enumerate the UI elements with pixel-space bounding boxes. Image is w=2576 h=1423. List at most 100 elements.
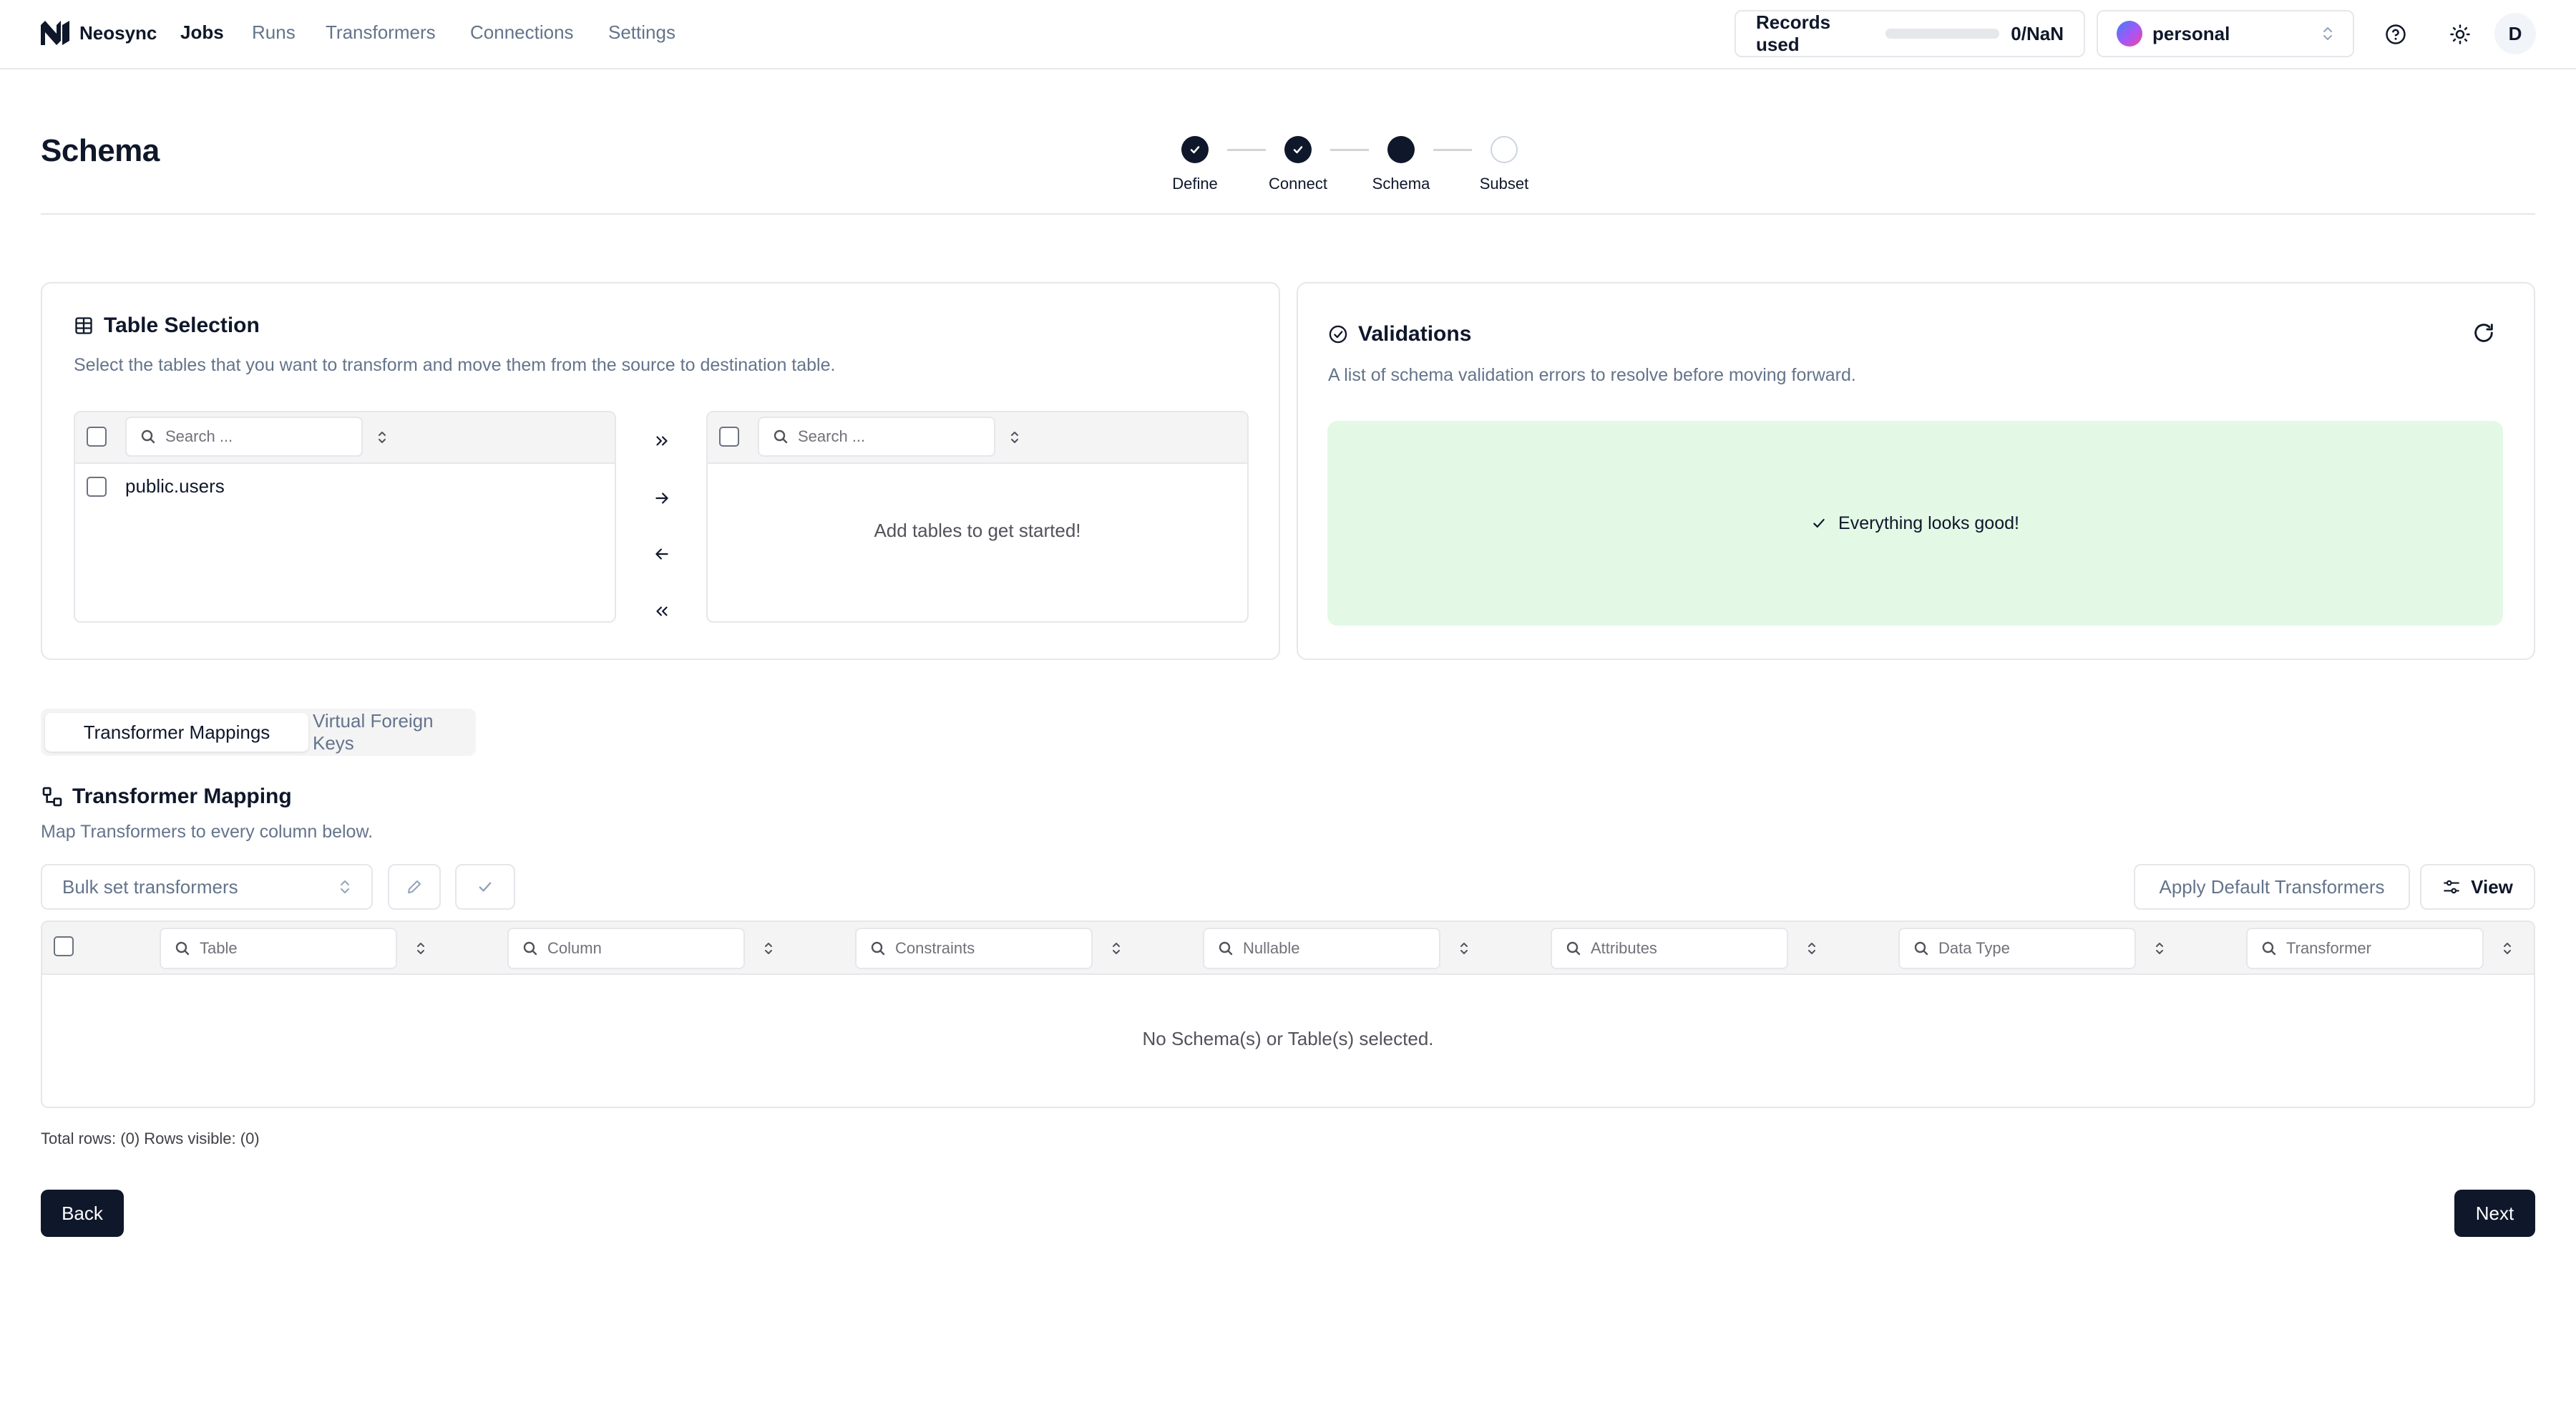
check-icon [1190,146,1200,154]
records-used-label: Records used [1756,11,1831,55]
chevron-up-down-icon [1113,943,1120,954]
destination-sort-button[interactable] [1008,428,1021,447]
step-connect-indicator [1284,136,1312,163]
table-selection-card: Table Selection Select the tables that y… [41,282,1280,660]
step-label-schema: Schema [1372,175,1430,193]
mapping-select-all-checkbox[interactable] [54,936,74,956]
chevron-up-down-icon [341,880,349,893]
sort-attributes-button[interactable] [1805,939,1818,958]
records-progress-bar [1885,29,2000,39]
filter-nullable-input[interactable]: Nullable [1203,928,1440,969]
check-icon [1293,146,1303,154]
sliders-icon [2444,880,2459,894]
destination-search-input[interactable]: Search ... [758,417,995,457]
filter-nullable-placeholder: Nullable [1243,939,1300,957]
filter-attributes-placeholder: Attributes [1591,939,1657,957]
search-icon [1566,941,1581,956]
filter-data-type-input[interactable]: Data Type [1898,928,2136,969]
list-item[interactable]: public.users [87,475,225,497]
nav-link-transformers[interactable]: Transformers [326,21,436,44]
tab-transformer-mappings[interactable]: Transformer Mappings [45,713,308,752]
account-switcher[interactable]: personal [2097,10,2354,57]
table-row-checkbox[interactable] [87,476,107,497]
apply-default-transformers-label: Apply Default Transformers [2159,875,2385,898]
theme-toggle-button[interactable] [2441,16,2479,53]
validations-description: A list of schema validation errors to re… [1328,365,1856,385]
filter-transformer-input[interactable]: Transformer [2246,928,2484,969]
transformer-mapping-title: Transformer Mapping [72,785,292,808]
next-button[interactable]: Next [2454,1190,2535,1237]
validations-title: Validations [1358,322,1472,346]
header-divider [41,213,2535,215]
step-subset-indicator [1491,136,1518,163]
filter-transformer-placeholder: Transformer [2286,939,2371,957]
destination-tables-list: Search ... Add tables to get started! [706,411,1249,623]
source-select-all-checkbox[interactable] [87,427,107,447]
filter-constraints-input[interactable]: Constraints [855,928,1093,969]
step-schema-indicator [1387,136,1415,163]
apply-bulk-button[interactable] [455,864,515,910]
move-all-left-button[interactable] [643,593,680,630]
filter-table-input[interactable]: Table [160,928,397,969]
sort-constraints-button[interactable] [1110,939,1123,958]
nav-link-connections[interactable]: Connections [470,21,574,44]
sort-transformer-button[interactable] [2501,939,2514,958]
step-connector [1330,149,1369,151]
sort-nullable-button[interactable] [1458,939,1470,958]
chevrons-right-icon [656,436,668,446]
destination-empty-text: Add tables to get started! [874,520,1081,541]
mapping-tabs: Transformer Mappings Virtual Foreign Key… [41,709,476,756]
destination-list-header: Search ... [708,412,1247,464]
source-search-input[interactable]: Search ... [125,417,363,457]
view-options-button[interactable]: View [2420,864,2535,910]
table-grid-icon [75,317,92,334]
source-list-header: Search ... [75,412,615,464]
validations-header: Validations [1328,322,1471,346]
step-label-connect: Connect [1269,175,1327,193]
back-button[interactable]: Back [41,1190,124,1237]
records-used-value: 0/NaN [2011,22,2064,44]
top-navigation: Neosync Jobs Runs Transformers Connectio… [0,0,2576,69]
mapping-table-header: Table Column Constraints Nullable Attrib… [42,922,2534,975]
search-icon [1914,941,1928,956]
check-icon [479,882,492,892]
edit-transformer-button[interactable] [388,864,441,910]
tab-virtual-foreign-keys[interactable]: Virtual Foreign Keys [313,710,472,754]
move-left-button[interactable] [643,535,680,573]
nav-link-runs[interactable]: Runs [252,21,296,44]
brand-logo-link[interactable]: Neosync [41,19,157,47]
mapping-row-count: Total rows: (0) Rows visible: (0) [41,1130,260,1147]
table-selection-header: Table Selection [74,314,260,338]
step-label-define: Define [1172,175,1218,193]
validation-status-box: Everything looks good! [1327,421,2503,626]
filter-column-input[interactable]: Column [507,928,745,969]
nav-link-settings[interactable]: Settings [608,21,675,44]
filter-table-placeholder: Table [200,939,238,957]
source-sort-button[interactable] [376,428,389,447]
sort-data-type-button[interactable] [2153,939,2166,958]
apply-default-transformers-button[interactable]: Apply Default Transformers [2134,864,2410,910]
step-define-indicator [1181,136,1209,163]
bulk-set-transformers-select[interactable]: Bulk set transformers [41,864,373,910]
records-used-indicator[interactable]: Records used 0/NaN [1735,10,2085,57]
destination-select-all-checkbox[interactable] [719,427,739,447]
search-icon [175,941,190,956]
nav-link-jobs[interactable]: Jobs [180,21,224,44]
user-avatar[interactable]: D [2494,13,2536,54]
bulk-set-placeholder: Bulk set transformers [62,875,238,898]
filter-attributes-input[interactable]: Attributes [1551,928,1788,969]
refresh-validations-button[interactable] [2472,321,2496,345]
chevron-up-down-icon [765,943,772,954]
brand-name: Neosync [79,21,157,44]
account-name: personal [2152,22,2230,44]
move-all-right-button[interactable] [643,422,680,460]
search-icon [1219,941,1233,956]
pencil-icon [408,880,421,893]
move-right-button[interactable] [643,480,680,517]
check-circle-icon [1329,325,1347,344]
sort-column-button[interactable] [762,939,775,958]
sort-table-button[interactable] [414,939,427,958]
filter-data-type-placeholder: Data Type [1938,939,2010,957]
help-button[interactable] [2377,16,2414,53]
transformer-mapping-table: Table Column Constraints Nullable Attrib… [41,921,2535,1108]
